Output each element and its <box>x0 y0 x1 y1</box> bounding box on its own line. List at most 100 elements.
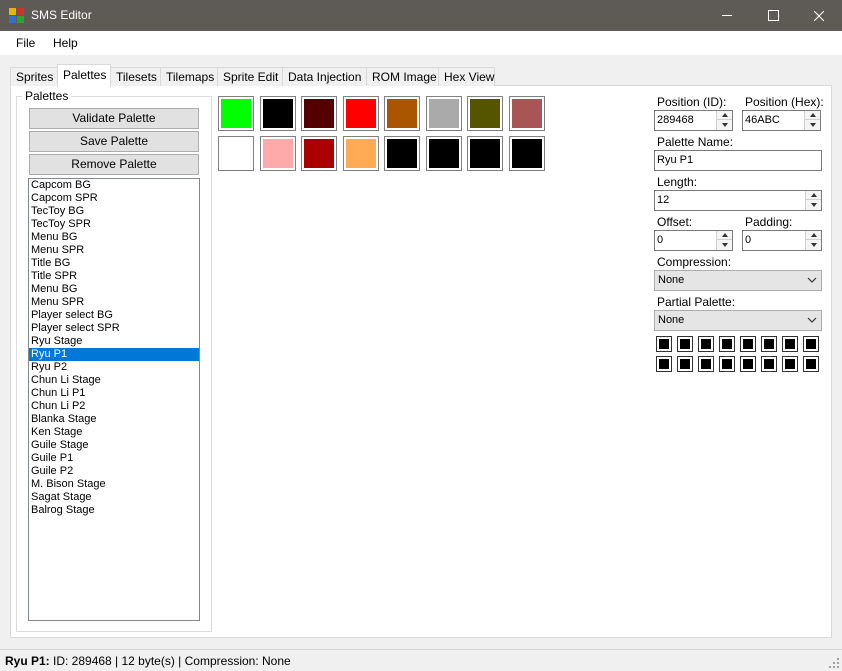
list-item[interactable]: Ryu Stage <box>29 335 199 348</box>
list-item[interactable]: Sagat Stage <box>29 491 199 504</box>
list-item[interactable]: Menu BG <box>29 283 199 296</box>
color-swatch[interactable] <box>342 96 379 131</box>
color-swatch[interactable] <box>508 136 545 171</box>
spin-down-icon[interactable] <box>806 200 821 209</box>
tab-palettes[interactable]: Palettes <box>57 64 111 87</box>
tab-tilemaps[interactable]: Tilemaps <box>160 67 218 86</box>
list-item[interactable]: TecToy SPR <box>29 218 199 231</box>
color-swatch[interactable] <box>301 136 337 171</box>
color-swatch[interactable] <box>508 96 545 131</box>
palette-name-input[interactable]: Ryu P1 <box>654 150 822 171</box>
position-hex-spin[interactable] <box>804 111 820 130</box>
maximize-button[interactable] <box>750 0 796 31</box>
partial-palette-checkbox[interactable] <box>677 356 693 372</box>
list-item[interactable]: Menu SPR <box>29 296 199 309</box>
spin-up-icon[interactable] <box>806 231 821 240</box>
color-swatch[interactable] <box>425 96 462 131</box>
tab-tilesets[interactable]: Tilesets <box>110 67 161 86</box>
spin-down-icon[interactable] <box>806 240 821 249</box>
partial-palette-select[interactable]: None <box>654 310 822 331</box>
spin-up-icon[interactable] <box>717 111 732 120</box>
partial-palette-checkbox[interactable] <box>803 336 819 352</box>
color-swatch[interactable] <box>384 96 420 131</box>
partial-palette-checkbox[interactable] <box>761 336 777 352</box>
tab-rom-image[interactable]: ROM Image <box>366 67 439 86</box>
tab-sprites[interactable]: Sprites <box>10 67 58 86</box>
compression-select[interactable]: None <box>654 270 822 291</box>
position-id-stepper[interactable]: 289468 <box>654 110 733 131</box>
offset-stepper[interactable]: 0 <box>654 230 733 251</box>
save-palette-button[interactable]: Save Palette <box>29 131 199 152</box>
spin-up-icon[interactable] <box>717 231 732 240</box>
list-item[interactable]: Balrog Stage <box>29 504 199 517</box>
list-item[interactable]: Chun Li Stage <box>29 374 199 387</box>
partial-palette-checkbox[interactable] <box>740 336 756 352</box>
color-swatch[interactable] <box>301 96 337 131</box>
list-item[interactable]: TecToy BG <box>29 205 199 218</box>
partial-palette-checkbox[interactable] <box>782 356 798 372</box>
partial-palette-checkbox[interactable] <box>698 336 714 352</box>
partial-palette-checkbox[interactable] <box>803 356 819 372</box>
position-id-spin[interactable] <box>716 111 732 130</box>
list-item[interactable]: Guile P2 <box>29 465 199 478</box>
color-swatch[interactable] <box>218 136 254 171</box>
list-item[interactable]: M. Bison Stage <box>29 478 199 491</box>
partial-palette-checkbox[interactable] <box>761 356 777 372</box>
spin-down-icon[interactable] <box>717 240 732 249</box>
position-hex-stepper[interactable]: 46ABC <box>742 110 821 131</box>
color-swatch[interactable] <box>218 96 254 131</box>
list-item[interactable]: Chun Li P1 <box>29 387 199 400</box>
list-item[interactable]: Player select BG <box>29 309 199 322</box>
color-swatch[interactable] <box>467 96 503 131</box>
list-item[interactable]: Title SPR <box>29 270 199 283</box>
list-item[interactable]: Player select SPR <box>29 322 199 335</box>
validate-palette-button[interactable]: Validate Palette <box>29 108 199 129</box>
color-swatch[interactable] <box>259 96 296 131</box>
resize-grip-icon[interactable] <box>828 657 840 669</box>
tab-data-injection[interactable]: Data Injection <box>282 67 367 86</box>
color-swatch[interactable] <box>384 136 420 171</box>
list-item[interactable]: Ken Stage <box>29 426 199 439</box>
minimize-button[interactable] <box>704 0 750 31</box>
spin-up-icon[interactable] <box>806 191 821 200</box>
menu-help[interactable]: Help <box>53 36 78 50</box>
menu-file[interactable]: File <box>16 36 35 50</box>
list-item[interactable]: Blanka Stage <box>29 413 199 426</box>
spin-up-icon[interactable] <box>805 111 820 120</box>
partial-palette-checkbox[interactable] <box>677 336 693 352</box>
remove-palette-button[interactable]: Remove Palette <box>29 154 199 175</box>
length-stepper[interactable]: 12 <box>654 190 822 211</box>
list-item[interactable]: Guile P1 <box>29 452 199 465</box>
list-item[interactable]: Capcom BG <box>29 179 199 192</box>
padding-stepper[interactable]: 0 <box>742 230 822 251</box>
partial-palette-checkbox[interactable] <box>740 356 756 372</box>
spin-down-icon[interactable] <box>805 120 820 129</box>
partial-palette-checkbox[interactable] <box>656 336 672 352</box>
palette-listbox[interactable]: Capcom BG Capcom SPR TecToy BG TecToy SPR Me… <box>28 178 200 621</box>
length-spin[interactable] <box>805 191 821 210</box>
partial-palette-checkbox[interactable] <box>782 336 798 352</box>
list-item[interactable]: Chun Li P2 <box>29 400 199 413</box>
list-item[interactable]: Menu SPR <box>29 244 199 257</box>
list-item[interactable]: Ryu P1 <box>29 348 199 361</box>
color-swatch[interactable] <box>342 136 379 171</box>
color-swatch[interactable] <box>259 136 296 171</box>
close-button[interactable] <box>796 0 842 31</box>
color-swatch[interactable] <box>425 136 462 171</box>
partial-palette-checkbox[interactable] <box>698 356 714 372</box>
partial-palette-checkbox[interactable] <box>656 356 672 372</box>
list-item[interactable]: Guile Stage <box>29 439 199 452</box>
list-item[interactable]: Menu BG <box>29 231 199 244</box>
tab-hex-view[interactable]: Hex View <box>438 67 495 86</box>
partial-palette-checkbox[interactable] <box>719 336 735 352</box>
color-swatch[interactable] <box>467 136 503 171</box>
spin-down-icon[interactable] <box>717 120 732 129</box>
list-item[interactable]: Ryu P2 <box>29 361 199 374</box>
offset-spin[interactable] <box>716 231 732 250</box>
padding-spin[interactable] <box>805 231 821 250</box>
partial-palette-checkbox[interactable] <box>719 356 735 372</box>
list-item[interactable]: Title BG <box>29 257 199 270</box>
list-item[interactable]: Capcom SPR <box>29 192 199 205</box>
partial-palette-label: Partial Palette: <box>657 295 736 309</box>
tab-sprite-edit[interactable]: Sprite Edit <box>217 67 283 86</box>
